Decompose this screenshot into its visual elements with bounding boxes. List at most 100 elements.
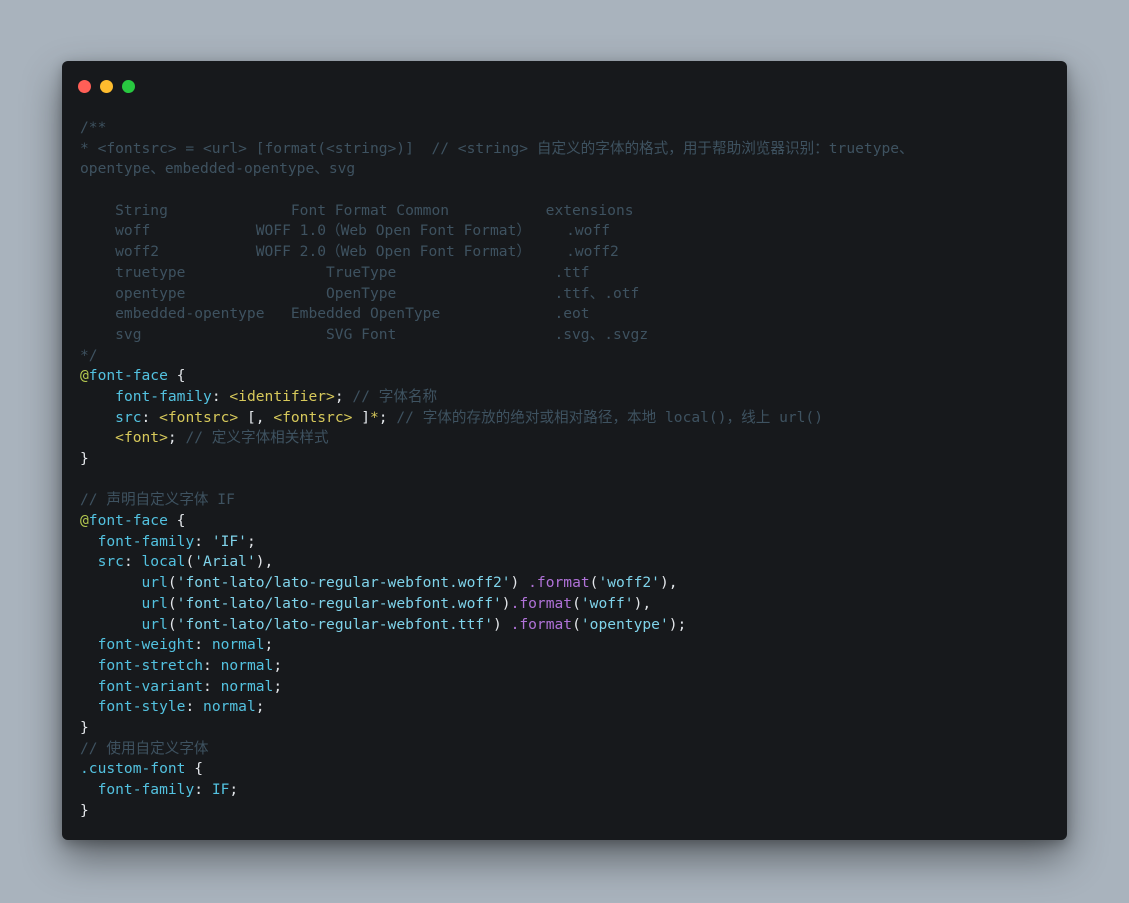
code-line: font-family: <identifier>; // 字体名称	[80, 387, 1057, 408]
token: url	[141, 574, 168, 592]
token: );	[668, 615, 687, 633]
token: font-family	[97, 532, 195, 550]
token: :	[203, 656, 221, 674]
code-line: font-variant: normal;	[80, 677, 1057, 698]
token: font-face	[88, 512, 168, 530]
code-line: font-family: 'IF';	[80, 532, 1057, 553]
code-block: /** * <fontsrc> = <url> [format(<string>)…	[80, 118, 1057, 821]
code-line: url('font-lato/lato-regular-webfont.ttf'…	[80, 615, 1057, 636]
token: IF	[211, 781, 230, 798]
token: font-stretch	[97, 656, 204, 674]
token: src	[115, 408, 142, 426]
token: :	[141, 408, 160, 426]
token: 'font-lato/lato-regular-webfont.woff2'	[176, 574, 511, 592]
code-line: }	[80, 801, 89, 819]
token: :	[203, 677, 221, 695]
token: <identifier>	[229, 387, 335, 405]
token: <fontsrc>	[273, 408, 353, 426]
minimize-dot-icon[interactable]	[100, 80, 113, 93]
window-titlebar	[62, 61, 1067, 111]
code-line: // 使用自定义字体	[80, 739, 209, 757]
token: [,	[238, 408, 274, 426]
code-line: src: <fontsrc> [, <fontsrc> ]*; // 字体的存放…	[80, 408, 1057, 429]
token: :	[194, 532, 212, 550]
token: {	[167, 367, 186, 385]
token: (	[167, 615, 177, 633]
token: ;	[378, 408, 397, 426]
token: font-weight	[97, 636, 195, 654]
token: (	[572, 615, 581, 633]
token: local	[141, 553, 186, 571]
token: <fontsrc>	[159, 408, 239, 426]
token: ),	[633, 594, 652, 612]
code-line: <font>; // 定义字体相关样式	[80, 428, 1057, 449]
token: (	[572, 594, 581, 612]
code-line: @font-face {	[80, 366, 1057, 387]
token: ]	[352, 408, 370, 426]
code-line: /**	[80, 119, 107, 136]
token: @	[80, 367, 89, 385]
code-line: // 声明自定义字体 IF	[80, 491, 235, 509]
token: format	[519, 615, 573, 633]
token: {	[167, 512, 186, 530]
token: font-face	[88, 367, 168, 385]
token: // 字体的存放的绝对或相对路径，本地 local()，线上 url()	[396, 408, 824, 426]
code-line: url('font-lato/lato-regular-webfont.woff…	[80, 594, 1057, 615]
token: url	[141, 615, 168, 633]
close-dot-icon[interactable]	[78, 80, 91, 93]
token: :	[185, 698, 204, 716]
token: normal	[203, 698, 256, 716]
zoom-dot-icon[interactable]	[122, 80, 135, 93]
token: {	[185, 760, 204, 778]
token: <font>	[115, 429, 168, 447]
code-line: }	[80, 718, 89, 736]
code-line: .custom-font {	[80, 759, 1057, 780]
token: 'font-lato/lato-regular-webfont.woff'	[176, 594, 502, 612]
token: 'woff2'	[598, 574, 660, 592]
token: normal	[220, 656, 274, 674]
code-window: /** * <fontsrc> = <url> [format(<string>)…	[62, 61, 1067, 840]
code-line: font-weight: normal;	[80, 635, 1057, 656]
token: 'opentype'	[580, 615, 669, 633]
code-line: src: local('Arial'),	[80, 552, 1057, 573]
token: )	[501, 594, 511, 612]
code-line: url('font-lato/lato-regular-webfont.woff…	[80, 573, 1057, 594]
token: )	[510, 574, 529, 592]
token: :	[194, 781, 212, 798]
code-line: @font-face {	[80, 511, 1057, 532]
code-line: opentype、embedded-opentype、svg	[80, 160, 356, 178]
token: ;	[273, 677, 283, 695]
token: ),	[659, 574, 678, 592]
token: font-variant	[97, 677, 204, 695]
token: normal	[211, 636, 265, 654]
code-line: * <fontsrc> = <url> [format(<string>)] /…	[80, 139, 914, 157]
token: ;	[255, 698, 265, 716]
token: .custom-font	[80, 760, 186, 778]
code-line: svg SVG Font .svg、.svgz	[80, 325, 649, 343]
token: @	[80, 512, 89, 530]
token: ;	[334, 387, 353, 405]
code-line: truetype TrueType .ttf	[80, 263, 590, 281]
token: )	[492, 615, 511, 633]
token: ;	[167, 429, 186, 447]
token: (	[185, 553, 195, 571]
token: font-style	[97, 698, 186, 716]
token: // 定义字体相关样式	[185, 429, 329, 447]
token: url	[141, 594, 168, 612]
token: ),	[255, 553, 274, 571]
code-line: embedded-opentype Embedded OpenType .eot	[80, 305, 590, 323]
token: (	[167, 594, 177, 612]
code-line: String Font Format Common extensions	[80, 201, 634, 219]
